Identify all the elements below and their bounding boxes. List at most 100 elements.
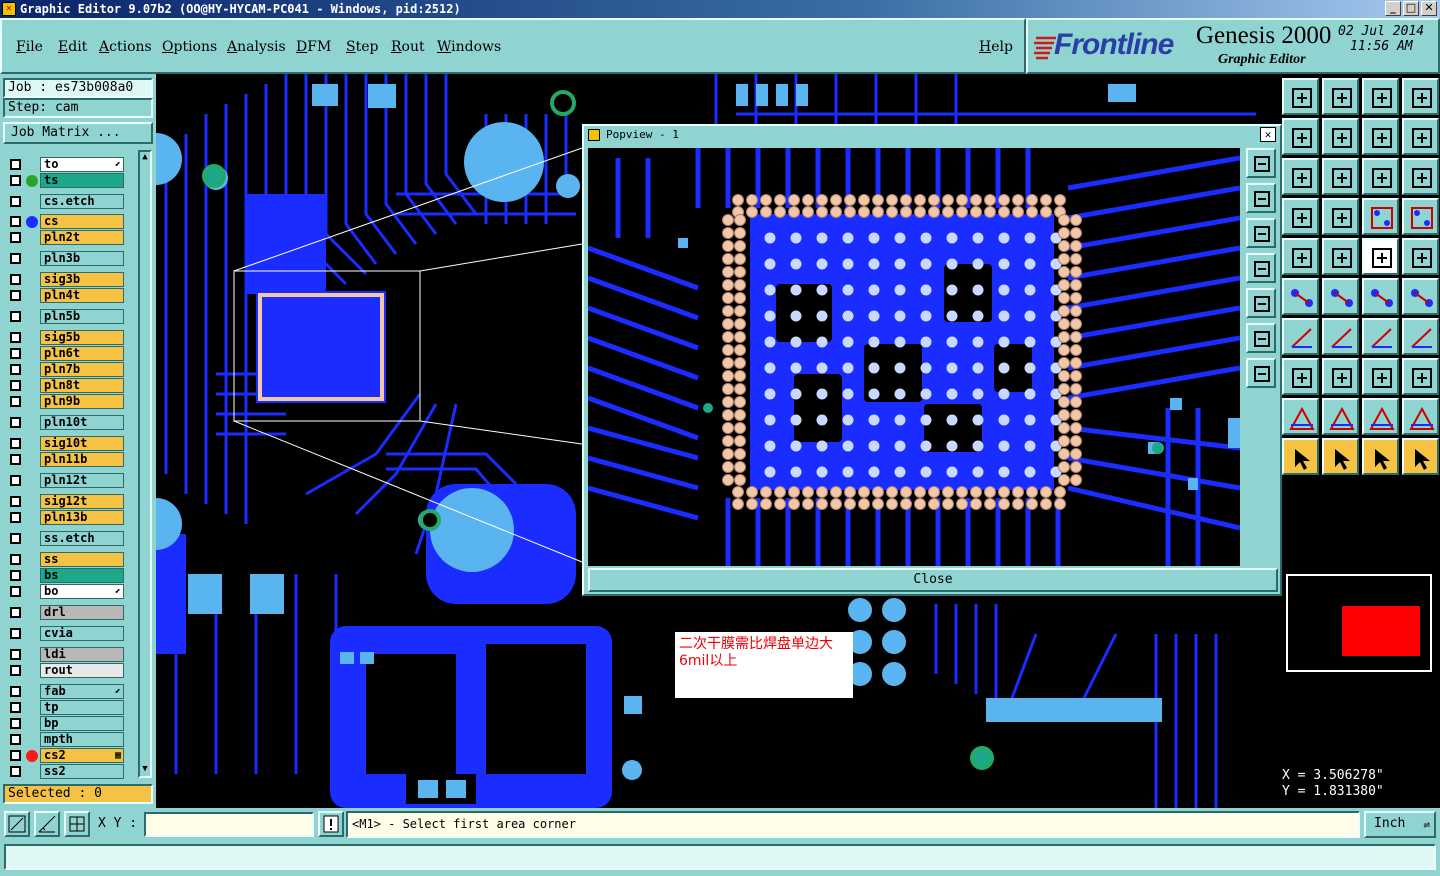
layer-row-cs[interactable]: cs <box>6 214 124 229</box>
shapes-icon[interactable] <box>1402 358 1439 395</box>
popview-canvas[interactable] <box>588 148 1240 566</box>
layer-label[interactable]: pln7b <box>40 362 124 377</box>
layer-label[interactable]: pln5b <box>40 309 124 324</box>
layer-checkbox[interactable] <box>10 750 21 761</box>
popview-right-icon[interactable] <box>1246 288 1276 318</box>
layer-row-pln9b[interactable]: pln9b <box>6 394 124 409</box>
layer-label[interactable]: mpth <box>40 732 124 747</box>
layer-checkbox[interactable] <box>10 702 21 713</box>
layer-row-pln6t[interactable]: pln6t <box>6 346 124 361</box>
layer-checkbox[interactable] <box>10 718 21 729</box>
copy-icon[interactable] <box>1402 278 1439 315</box>
layer-row-cs2[interactable]: cs2 ▦ <box>6 748 124 763</box>
layer-label[interactable]: pln3b <box>40 251 124 266</box>
layer-checkbox[interactable] <box>10 766 21 777</box>
layer-label[interactable]: sig5b <box>40 330 124 345</box>
zoom-home-icon[interactable] <box>1282 78 1319 115</box>
center-icon[interactable] <box>1322 158 1359 195</box>
layer-scrollbar[interactable]: ▲ ▼ <box>138 150 152 778</box>
arch-icon[interactable] <box>1362 398 1399 435</box>
layer-row-fab[interactable]: fab ⬋ <box>6 684 124 699</box>
menu-step[interactable]: Step <box>346 39 378 55</box>
alert-icon[interactable] <box>318 811 344 837</box>
layer-row-ss-etch[interactable]: ss.etch <box>6 531 124 546</box>
layer-row-drl[interactable]: drl <box>6 605 124 620</box>
layer-label[interactable]: bs <box>40 568 124 583</box>
layer-row-cvia[interactable]: cvia <box>6 626 124 641</box>
angle-icon[interactable] <box>1282 318 1319 355</box>
layer-checkbox[interactable] <box>10 396 21 407</box>
layer-row-pln3b[interactable]: pln3b <box>6 251 124 266</box>
route-icon[interactable] <box>1402 438 1439 475</box>
layer-checkbox[interactable] <box>10 734 21 745</box>
add-feature-icon[interactable] <box>1282 238 1319 275</box>
layer-label[interactable]: tp <box>40 700 124 715</box>
layer-label[interactable]: pln11b <box>40 452 124 467</box>
close-window-button[interactable]: ✕ <box>1421 1 1437 16</box>
cross-icon[interactable] <box>1322 278 1359 315</box>
home-icon[interactable] <box>1362 78 1399 115</box>
triangle-icon[interactable] <box>1282 398 1319 435</box>
layer-label[interactable]: pln4t <box>40 288 124 303</box>
frontline-f-icon[interactable] <box>1402 318 1439 355</box>
popview-close-button[interactable]: Close <box>588 568 1278 592</box>
pan-left-icon[interactable] <box>1282 118 1319 155</box>
popview-down-icon[interactable] <box>1246 218 1276 248</box>
minimize-button[interactable]: _ <box>1385 1 1401 16</box>
layer-label[interactable]: pln12t <box>40 473 124 488</box>
layer-label[interactable]: cs.etch <box>40 194 124 209</box>
layer-row-cs-etch[interactable]: cs.etch <box>6 194 124 209</box>
layer-checkbox[interactable] <box>10 196 21 207</box>
layer-checkbox[interactable] <box>10 475 21 486</box>
layer-checkbox[interactable] <box>10 232 21 243</box>
layer-checkbox[interactable] <box>10 512 21 523</box>
job-matrix-button[interactable]: Job Matrix ... <box>3 122 153 144</box>
layer-row-to[interactable]: to ⬋ <box>6 157 124 172</box>
scroll-up-arrow-icon[interactable]: ▲ <box>140 152 150 164</box>
popview-close-icon[interactable]: ✕ <box>1260 127 1276 142</box>
layer-row-sig5b[interactable]: sig5b <box>6 330 124 345</box>
units-selector[interactable]: Inch ⇌ <box>1364 811 1436 838</box>
layer-checkbox[interactable] <box>10 438 21 449</box>
layer-row-bo[interactable]: bo ⬋ <box>6 584 124 599</box>
layer-row-sig12t[interactable]: sig12t <box>6 494 124 509</box>
layer-label[interactable]: sig10t <box>40 436 124 451</box>
menu-dfm[interactable]: DFM <box>296 39 331 55</box>
menu-edit[interactable]: Edit <box>58 39 87 55</box>
dash-icon[interactable] <box>1322 358 1359 395</box>
layer-label[interactable]: cs <box>40 214 124 229</box>
layer-row-pln5b[interactable]: pln5b <box>6 309 124 324</box>
layer-label[interactable]: rout <box>40 663 124 678</box>
layer-row-bp[interactable]: bp <box>6 716 124 731</box>
maximize-button[interactable]: □ <box>1403 1 1419 16</box>
popview-left-icon[interactable] <box>1246 253 1276 283</box>
grid-icon[interactable] <box>1322 198 1359 235</box>
pad-icon[interactable] <box>1402 238 1439 275</box>
layer-row-tp[interactable]: tp <box>6 700 124 715</box>
layer-label[interactable]: sig3b <box>40 272 124 287</box>
move-icon[interactable] <box>1362 278 1399 315</box>
menu-analysis[interactable]: Analysis <box>227 39 286 55</box>
layer-label[interactable]: pln8t <box>40 378 124 393</box>
layer-row-ldi[interactable]: ldi <box>6 647 124 662</box>
menu-rout[interactable]: Rout <box>391 39 425 55</box>
pan-right-icon[interactable] <box>1322 118 1359 155</box>
menu-actions[interactable]: Actions <box>99 39 152 55</box>
layer-checkbox[interactable] <box>10 216 21 227</box>
menu-help[interactable]: Help <box>979 39 1013 55</box>
layer-label[interactable]: cvia <box>40 626 124 641</box>
layer-checkbox[interactable] <box>10 686 21 697</box>
layer-label[interactable]: cs2 ▦ <box>40 748 124 763</box>
popview-home-icon[interactable] <box>1246 183 1276 213</box>
query-icon[interactable] <box>1402 158 1439 195</box>
layer-row-ts[interactable]: ts <box>6 173 124 188</box>
layer-label[interactable]: ss.etch <box>40 531 124 546</box>
layer-checkbox[interactable] <box>10 364 21 375</box>
layer-checkbox[interactable] <box>10 332 21 343</box>
layer-checkbox[interactable] <box>10 586 21 597</box>
measure-icon[interactable] <box>34 811 60 837</box>
layer-checkbox[interactable] <box>10 159 21 170</box>
layer-row-ss[interactable]: ss <box>6 552 124 567</box>
layer-checkbox[interactable] <box>10 554 21 565</box>
zoom-down-icon[interactable] <box>1322 78 1359 115</box>
